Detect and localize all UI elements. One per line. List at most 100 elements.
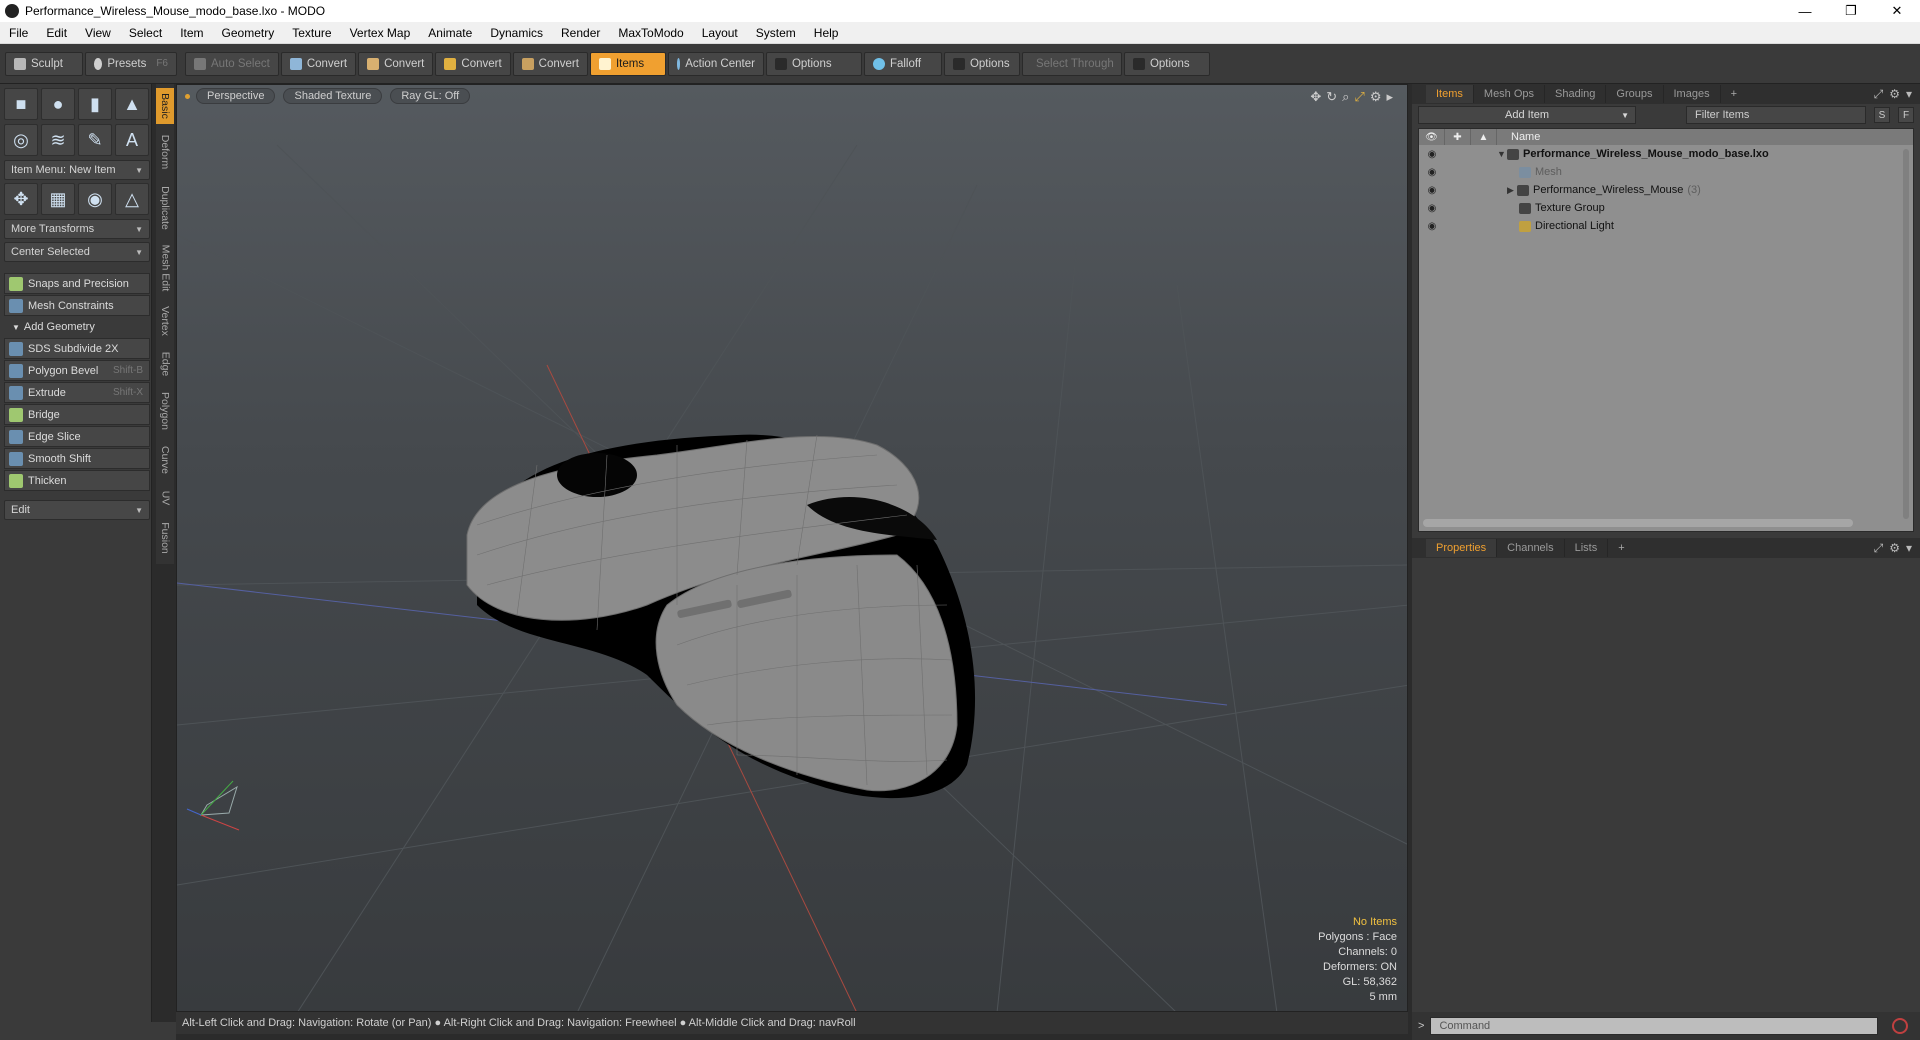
tab-channels[interactable]: Channels	[1497, 539, 1565, 557]
expand-arrow-icon[interactable]: ▶	[1507, 185, 1517, 196]
name-column-header[interactable]: Name	[1497, 131, 1540, 143]
tab-mesh-edit[interactable]: Mesh Edit	[156, 240, 174, 296]
tree-row-group[interactable]: ◉ ▶ Performance_Wireless_Mouse (3)	[1419, 181, 1913, 199]
tree-row-texture-group[interactable]: ◉ Texture Group	[1419, 199, 1913, 217]
items-mode-button[interactable]: Items	[589, 51, 666, 76]
action-center-button[interactable]: Action Center	[667, 51, 764, 76]
add-item-dropdown[interactable]: Add Item ▼	[1418, 106, 1636, 124]
auto-select-button[interactable]: Auto Select	[185, 51, 279, 76]
pyramid-icon[interactable]: △	[115, 183, 149, 215]
gear-icon[interactable]: ⚙	[1370, 89, 1382, 105]
torus-icon[interactable]: ◎	[4, 124, 38, 156]
add-geometry-header[interactable]: ▼ Add Geometry	[4, 317, 150, 337]
gear-icon[interactable]: ⚙	[1889, 541, 1900, 556]
edge-slice-button[interactable]: Edge Slice	[4, 426, 150, 447]
sds-subdivide-button[interactable]: SDS Subdivide 2X	[4, 338, 150, 359]
more-arrow-icon[interactable]: ▸	[1386, 89, 1393, 105]
rotate-icon[interactable]: ↻	[1326, 89, 1337, 105]
smooth-shift-button[interactable]: Smooth Shift	[4, 448, 150, 469]
globe-icon[interactable]: ◉	[78, 183, 112, 215]
menu-vertex-map[interactable]: Vertex Map	[341, 26, 420, 40]
falloff-button[interactable]: Falloff	[863, 51, 942, 76]
presets-button[interactable]: Presets F6	[85, 51, 177, 76]
view-type-button[interactable]: Perspective	[196, 88, 276, 104]
tab-vertex[interactable]: Vertex	[156, 300, 174, 342]
eye-icon[interactable]: ◉	[1419, 221, 1445, 232]
text-icon[interactable]: A	[115, 124, 149, 156]
close-button[interactable]: ✕	[1874, 0, 1920, 22]
command-input[interactable]: Command	[1430, 1017, 1879, 1035]
pen-icon[interactable]: ✎	[78, 124, 112, 156]
grid-icon[interactable]: ▦	[41, 183, 75, 215]
panel-menu-icon[interactable]: ▾	[1906, 87, 1912, 102]
expand-icon[interactable]: ⤢	[1874, 87, 1884, 102]
maximize-button[interactable]: ❐	[1828, 0, 1874, 22]
menu-view[interactable]: View	[76, 26, 120, 40]
select-through-options-button[interactable]: Options	[1123, 51, 1210, 76]
pan-icon[interactable]: ✥	[1310, 89, 1321, 105]
tab-fusion[interactable]: Fusion	[156, 516, 174, 560]
s-toggle-button[interactable]: S	[1874, 107, 1890, 123]
edit-dropdown[interactable]: Edit ▼	[4, 500, 150, 520]
tab-lists[interactable]: Lists	[1565, 539, 1609, 557]
transform-icon[interactable]: ✥	[4, 183, 38, 215]
add-tab-icon[interactable]: +	[1721, 85, 1747, 103]
menu-edit[interactable]: Edit	[37, 26, 76, 40]
record-macro-icon[interactable]	[1892, 1018, 1909, 1034]
menu-geometry[interactable]: Geometry	[213, 26, 284, 40]
menu-system[interactable]: System	[747, 26, 805, 40]
menu-layout[interactable]: Layout	[693, 26, 747, 40]
tab-uv[interactable]: UV	[156, 484, 174, 512]
tab-curve[interactable]: Curve	[156, 440, 174, 480]
tab-images[interactable]: Images	[1664, 85, 1721, 103]
tree-row-scene[interactable]: ◉ ▼ Performance_Wireless_Mouse_modo_base…	[1419, 145, 1913, 163]
tab-polygon[interactable]: Polygon	[156, 386, 174, 436]
action-center-options-button[interactable]: Options	[765, 51, 862, 76]
zoom-icon[interactable]: ⌕	[1342, 89, 1349, 105]
thicken-button[interactable]: Thicken	[4, 470, 150, 491]
visibility-column-icon[interactable]: 👁	[1419, 129, 1445, 145]
polygon-bevel-button[interactable]: Polygon Bevel Shift-B	[4, 360, 150, 381]
snaps-precision-button[interactable]: Snaps and Precision	[4, 273, 150, 294]
sphere-icon[interactable]: ●	[41, 88, 75, 120]
expand-icon[interactable]: ⤢	[1874, 541, 1884, 556]
menu-select[interactable]: Select	[120, 26, 171, 40]
convert-edges-button[interactable]: Convert	[358, 51, 434, 76]
expand-arrow-icon[interactable]: ▼	[1497, 149, 1507, 159]
convert-materials-button[interactable]: Convert	[512, 51, 588, 76]
convert-vertices-button[interactable]: Convert	[280, 51, 357, 76]
panel-menu-icon[interactable]: ▾	[1906, 541, 1912, 556]
select-through-button[interactable]: Select Through	[1021, 51, 1122, 76]
sculpt-button[interactable]: Sculpt	[5, 51, 83, 76]
menu-maxtomodo[interactable]: MaxToModo	[609, 26, 692, 40]
tab-deform[interactable]: Deform	[156, 128, 174, 176]
capsule-icon[interactable]: ≋	[41, 124, 75, 156]
menu-item[interactable]: Item	[171, 26, 212, 40]
center-selected-dropdown[interactable]: Center Selected ▼	[4, 242, 150, 262]
tree-row-light[interactable]: ◉ Directional Light	[1419, 217, 1913, 235]
tab-duplicate[interactable]: Duplicate	[156, 180, 174, 236]
tab-shading[interactable]: Shading	[1545, 85, 1607, 103]
fit-icon[interactable]: ⤢	[1354, 89, 1364, 105]
more-transforms-dropdown[interactable]: More Transforms ▼	[4, 219, 150, 239]
menu-render[interactable]: Render	[552, 26, 609, 40]
tab-basic[interactable]: Basic	[156, 88, 174, 124]
shading-mode-button[interactable]: Shaded Texture	[283, 88, 383, 104]
gear-icon[interactable]: ⚙	[1889, 87, 1900, 102]
tree-row-mesh[interactable]: ◉ Mesh	[1419, 163, 1913, 181]
tab-edge[interactable]: Edge	[156, 346, 174, 382]
lock-column-icon[interactable]: ✚	[1445, 129, 1471, 145]
3d-viewport[interactable]: Perspective Shaded Texture Ray GL: Off ✥…	[176, 84, 1408, 1012]
tab-mesh-ops[interactable]: Mesh Ops	[1474, 85, 1546, 103]
raygl-button[interactable]: Ray GL: Off	[390, 88, 471, 104]
f-toggle-button[interactable]: F	[1898, 107, 1914, 123]
extrude-button[interactable]: Extrude Shift-X	[4, 382, 150, 403]
cone-icon[interactable]: ▲	[115, 88, 149, 120]
bridge-button[interactable]: Bridge	[4, 404, 150, 425]
eye-icon[interactable]: ◉	[1419, 203, 1445, 214]
falloff-options-button[interactable]: Options	[943, 51, 1020, 76]
menu-help[interactable]: Help	[805, 26, 848, 40]
render-column-icon[interactable]: ▲	[1471, 129, 1497, 145]
horizontal-scrollbar[interactable]	[1423, 519, 1853, 527]
menu-texture[interactable]: Texture	[283, 26, 340, 40]
